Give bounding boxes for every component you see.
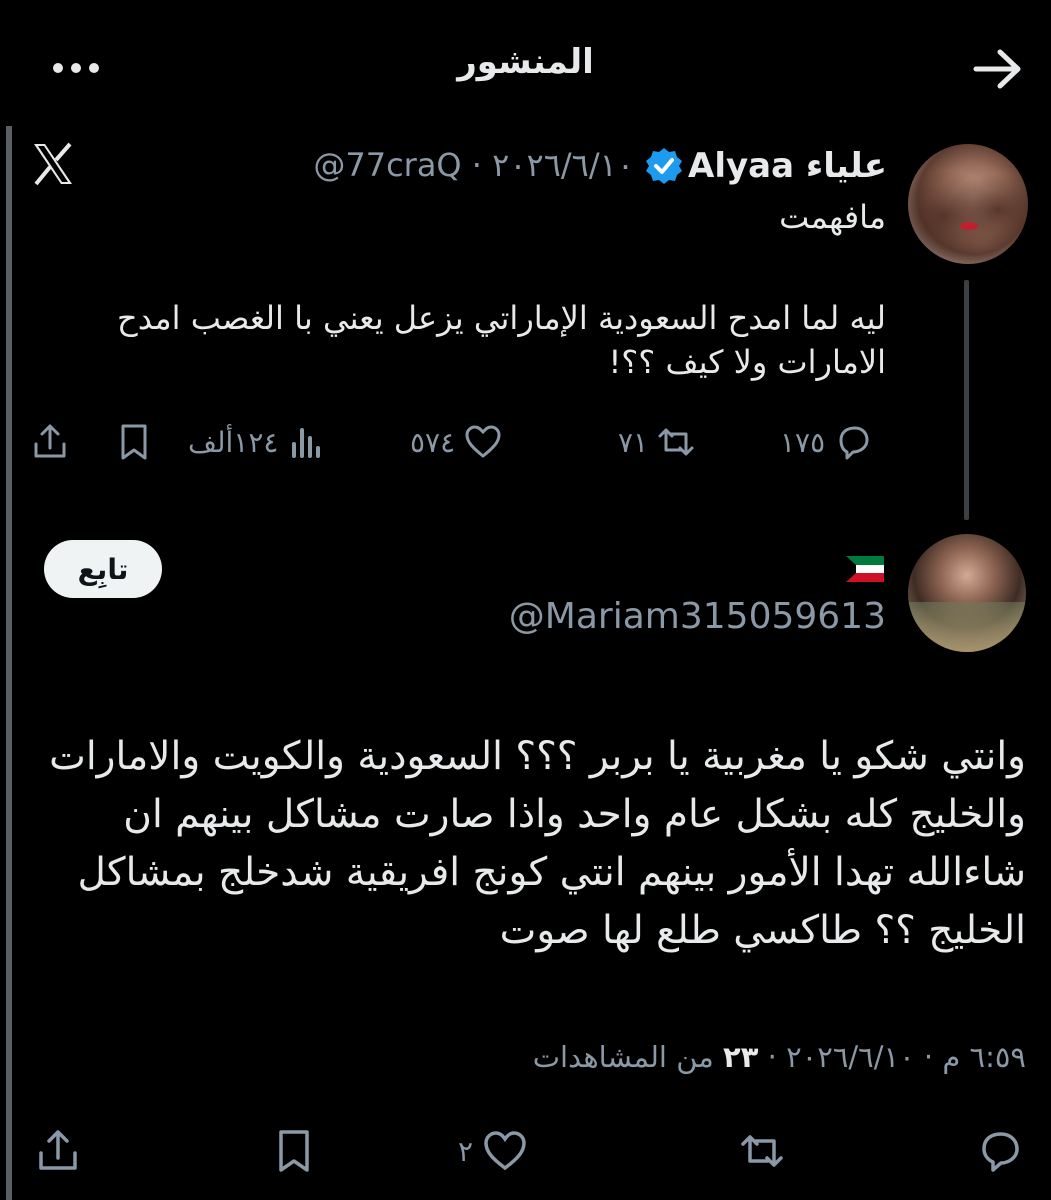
views-button[interactable]: ١٢٤ألف bbox=[188, 420, 326, 464]
reply-count: ١٧٥ bbox=[780, 425, 826, 459]
bookmark-icon bbox=[121, 424, 147, 460]
share-icon bbox=[34, 424, 66, 458]
reply-button[interactable] bbox=[976, 1126, 1024, 1176]
repost-icon bbox=[658, 428, 694, 456]
views-count: ٢٣ bbox=[723, 1040, 759, 1074]
avatar[interactable] bbox=[908, 534, 1026, 652]
share-button[interactable] bbox=[34, 1126, 82, 1176]
heart-icon bbox=[484, 1131, 526, 1171]
x-logo-icon bbox=[28, 140, 78, 188]
reply-icon bbox=[839, 426, 869, 460]
quoted-body: ليه لما امدح السعودية الإماراتي يزعل يعن… bbox=[117, 299, 886, 381]
tweet-meta: ٦:٥٩ م · ٢٠٢٦/٦/١٠ · ٢٣ من المشاهدات bbox=[300, 1040, 1026, 1074]
share-button[interactable] bbox=[30, 420, 70, 464]
verified-badge-icon bbox=[644, 146, 684, 186]
bookmark-icon bbox=[279, 1130, 309, 1172]
share-icon bbox=[39, 1130, 77, 1170]
timestamp: ٦:٥٩ م · ٢٠٢٦/٦/١٠ · bbox=[758, 1040, 1026, 1074]
like-count: ٢ bbox=[458, 1134, 474, 1168]
reply-icon bbox=[982, 1132, 1019, 1172]
repost-button[interactable]: ٧١ bbox=[618, 420, 696, 464]
page-title: المنشور bbox=[457, 42, 594, 82]
bookmark-button[interactable] bbox=[114, 420, 154, 464]
like-button[interactable]: ٥٧٤ bbox=[410, 420, 503, 464]
views-chart-icon bbox=[292, 428, 321, 458]
author-handle-time: @77craQ · ٢٠٢٦/٦/١٠ bbox=[313, 146, 634, 184]
tweet-body: وانتي شكو يا مغربية يا بربر ؟؟؟ السعودية… bbox=[49, 734, 1026, 953]
reply-text: مافهمت bbox=[779, 198, 886, 236]
author-name[interactable]: علياء Alyaa bbox=[688, 146, 887, 186]
avatar[interactable] bbox=[908, 144, 1028, 264]
kuwait-flag-icon bbox=[846, 556, 884, 582]
views-count: ١٢٤ألف bbox=[188, 425, 279, 459]
bookmark-button[interactable] bbox=[270, 1126, 318, 1176]
repost-button[interactable] bbox=[738, 1126, 786, 1176]
quote-rule bbox=[6, 126, 12, 1200]
more-button[interactable] bbox=[46, 50, 106, 86]
repost-icon bbox=[741, 1135, 783, 1167]
thread-line bbox=[964, 280, 969, 520]
more-dots-icon bbox=[53, 63, 99, 73]
follow-button[interactable]: تابِع bbox=[44, 540, 162, 598]
heart-icon bbox=[465, 425, 501, 458]
repost-count: ٧١ bbox=[618, 425, 649, 459]
like-count: ٥٧٤ bbox=[410, 425, 456, 459]
author-handle[interactable]: @Mariam315059613 bbox=[440, 596, 886, 637]
reply-button[interactable]: ١٧٥ bbox=[780, 420, 873, 464]
views-label: من المشاهدات bbox=[532, 1040, 724, 1074]
like-button[interactable]: ٢ bbox=[458, 1126, 529, 1176]
